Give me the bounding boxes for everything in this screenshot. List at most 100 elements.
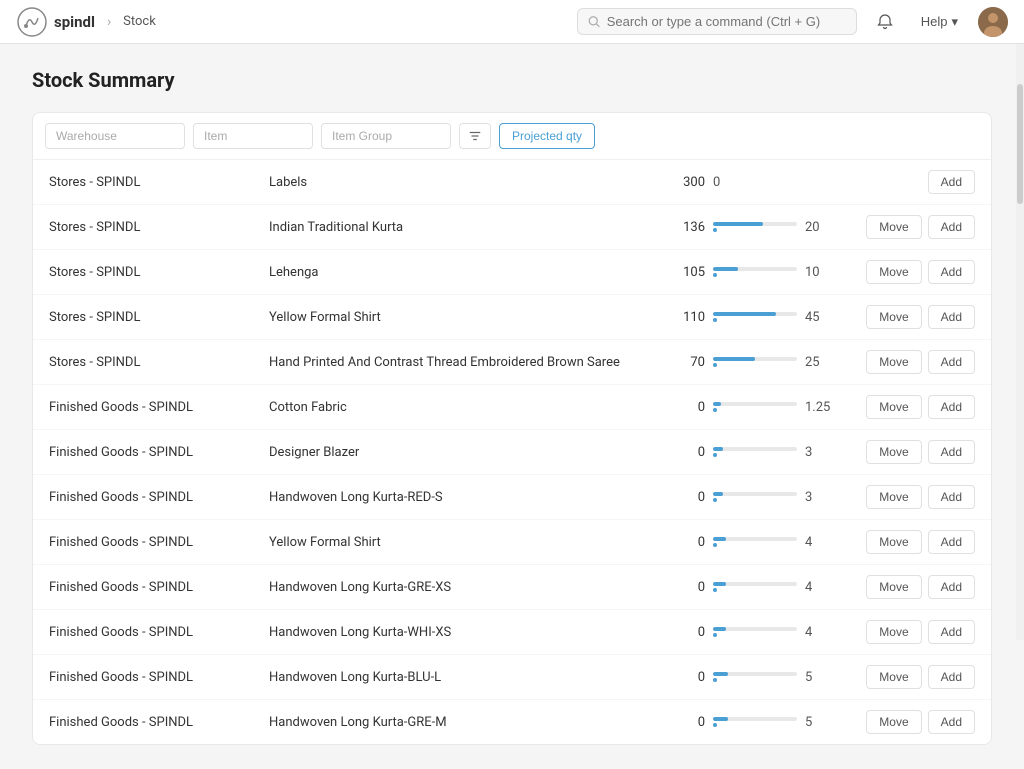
table-row: Finished Goods - SPINDL Handwoven Long K… (33, 565, 991, 610)
qty-cell: 300 0 (675, 175, 835, 190)
qty-cell: 110 45 (675, 310, 835, 325)
item-cell: Designer Blazer (269, 445, 675, 460)
warehouse-cell: Finished Goods - SPINDL (49, 625, 269, 640)
qty-current: 0 (675, 580, 705, 595)
add-button[interactable]: Add (928, 395, 975, 419)
item-filter[interactable] (193, 123, 313, 149)
scrollbar[interactable] (1016, 44, 1024, 640)
avatar[interactable] (978, 7, 1008, 37)
item-cell: Yellow Formal Shirt (269, 310, 675, 325)
qty-cell: 0 4 (675, 580, 835, 595)
action-buttons: Move Add (835, 215, 975, 239)
add-button[interactable]: Add (928, 530, 975, 554)
warehouse-cell: Finished Goods - SPINDL (49, 580, 269, 595)
qty-current: 0 (675, 535, 705, 550)
move-button[interactable]: Move (866, 305, 921, 329)
move-button[interactable]: Move (866, 395, 921, 419)
action-buttons: Move Add (835, 530, 975, 554)
sort-icon (468, 129, 482, 143)
add-button[interactable]: Add (928, 710, 975, 734)
notifications-button[interactable] (869, 10, 901, 34)
qty-current: 0 (675, 400, 705, 415)
stock-rows-container: Stores - SPINDL Labels 300 0 Add Stores … (33, 160, 991, 744)
qty-bar (713, 627, 797, 637)
move-button[interactable]: Move (866, 350, 921, 374)
search-input[interactable] (607, 14, 846, 29)
page-title: Stock Summary (32, 68, 992, 92)
qty-current: 105 (675, 265, 705, 280)
table-row: Finished Goods - SPINDL Handwoven Long K… (33, 610, 991, 655)
table-row: Stores - SPINDL Lehenga 105 10 Move Add (33, 250, 991, 295)
add-button[interactable]: Add (928, 305, 975, 329)
item-cell: Lehenga (269, 265, 675, 280)
move-button[interactable]: Move (866, 620, 921, 644)
breadcrumb-sep: › (107, 14, 111, 30)
qty-bar (713, 267, 797, 277)
qty-current: 0 (675, 490, 705, 505)
action-buttons: Move Add (835, 440, 975, 464)
filter-sort-button[interactable] (459, 123, 491, 149)
action-buttons: Move Add (835, 620, 975, 644)
warehouse-cell: Stores - SPINDL (49, 310, 269, 325)
move-button[interactable]: Move (866, 440, 921, 464)
action-buttons: Move Add (835, 260, 975, 284)
move-button[interactable]: Move (866, 575, 921, 599)
qty-projected: 0 (713, 175, 743, 190)
qty-bar (713, 537, 797, 547)
qty-cell: 0 1.25 (675, 400, 835, 415)
qty-cell: 0 4 (675, 625, 835, 640)
table-row: Finished Goods - SPINDL Designer Blazer … (33, 430, 991, 475)
qty-projected: 1.25 (805, 400, 835, 415)
top-navigation: spindl › Stock Help ▾ (0, 0, 1024, 44)
item-cell: Handwoven Long Kurta-WHI-XS (269, 625, 675, 640)
help-button[interactable]: Help ▾ (913, 10, 966, 34)
table-row: Finished Goods - SPINDL Handwoven Long K… (33, 475, 991, 520)
add-button[interactable]: Add (928, 620, 975, 644)
warehouse-filter[interactable] (45, 123, 185, 149)
qty-current: 0 (675, 625, 705, 640)
qty-projected: 4 (805, 580, 835, 595)
action-buttons: Move Add (835, 575, 975, 599)
brand-logo[interactable]: spindl (16, 6, 95, 38)
help-label: Help (921, 14, 948, 29)
move-button[interactable]: Move (866, 530, 921, 554)
qty-cell: 136 20 (675, 220, 835, 235)
projected-qty-button[interactable]: Projected qty (499, 123, 595, 149)
move-button[interactable]: Move (866, 485, 921, 509)
move-button[interactable]: Move (866, 215, 921, 239)
move-button[interactable]: Move (866, 260, 921, 284)
item-cell: Indian Traditional Kurta (269, 220, 675, 235)
brand-name: spindl (54, 13, 95, 31)
qty-projected: 5 (805, 715, 835, 730)
add-button[interactable]: Add (928, 440, 975, 464)
add-button[interactable]: Add (928, 215, 975, 239)
search-bar[interactable] (577, 8, 857, 35)
add-button[interactable]: Add (928, 170, 975, 194)
add-button[interactable]: Add (928, 665, 975, 689)
table-row: Finished Goods - SPINDL Handwoven Long K… (33, 655, 991, 700)
item-cell: Handwoven Long Kurta-RED-S (269, 490, 675, 505)
item-group-filter[interactable] (321, 123, 451, 149)
warehouse-cell: Stores - SPINDL (49, 175, 269, 190)
move-button[interactable]: Move (866, 665, 921, 689)
table-row: Stores - SPINDL Yellow Formal Shirt 110 … (33, 295, 991, 340)
add-button[interactable]: Add (928, 485, 975, 509)
add-button[interactable]: Add (928, 350, 975, 374)
add-button[interactable]: Add (928, 260, 975, 284)
action-buttons: Add (835, 170, 975, 194)
warehouse-cell: Finished Goods - SPINDL (49, 670, 269, 685)
add-button[interactable]: Add (928, 575, 975, 599)
action-buttons: Move Add (835, 395, 975, 419)
qty-cell: 0 5 (675, 715, 835, 730)
bell-icon (877, 14, 893, 30)
qty-projected: 25 (805, 355, 835, 370)
avatar-icon (978, 7, 1008, 37)
warehouse-cell: Finished Goods - SPINDL (49, 400, 269, 415)
warehouse-cell: Stores - SPINDL (49, 355, 269, 370)
qty-current: 136 (675, 220, 705, 235)
qty-projected: 4 (805, 535, 835, 550)
scrollbar-thumb[interactable] (1017, 84, 1023, 204)
qty-bar (713, 357, 797, 367)
action-buttons: Move Add (835, 665, 975, 689)
move-button[interactable]: Move (866, 710, 921, 734)
